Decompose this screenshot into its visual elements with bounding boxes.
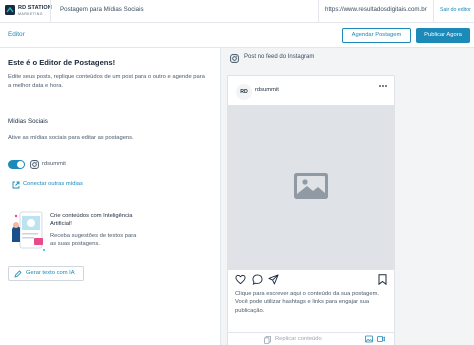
post-media-placeholder[interactable] bbox=[228, 105, 394, 270]
rd-station-logo: RD STATION MARKETING bbox=[5, 4, 52, 20]
header-divider bbox=[433, 0, 434, 23]
bookmark-icon[interactable] bbox=[378, 274, 387, 285]
connect-other-media-link[interactable]: Conectar outras mídias bbox=[23, 181, 83, 187]
social-media-heading: Mídias Sociais bbox=[8, 118, 48, 125]
sidebar-description: Edite seus posts, replique conteúdos de … bbox=[8, 74, 205, 89]
page-title: Postagem para Mídias Sociais bbox=[60, 6, 144, 13]
replicate-content-button[interactable]: Replicar conteúdo bbox=[275, 336, 322, 342]
add-image-icon[interactable] bbox=[365, 335, 373, 343]
image-placeholder-icon bbox=[294, 173, 328, 199]
instagram-post-card: RD rdsummit Clique para escrever aqui o … bbox=[227, 75, 395, 345]
instagram-icon bbox=[230, 54, 239, 63]
more-options-icon[interactable] bbox=[378, 83, 388, 89]
ai-promo-title: Crie conteúdos com Inteligência Artifici… bbox=[50, 213, 133, 228]
editor-label: Editor bbox=[8, 31, 25, 38]
ai-illustration-icon bbox=[12, 211, 45, 251]
add-video-icon[interactable] bbox=[377, 335, 385, 343]
instagram-toggle[interactable] bbox=[8, 160, 25, 169]
copy-icon bbox=[264, 336, 271, 344]
top-header: RD STATION MARKETING Postagem para Mídia… bbox=[0, 0, 474, 23]
social-media-description: Ative as mídias sociais para editar as p… bbox=[8, 135, 134, 141]
editor-sidebar: Este é o Editor de Postagens! Edite seus… bbox=[0, 48, 221, 345]
ai-promo-description: Receba sugestões de textos para as suas … bbox=[50, 233, 137, 248]
post-username: rdsummit bbox=[255, 87, 279, 93]
generate-ai-text-label: Gerar texto com IA bbox=[26, 270, 75, 276]
logo-mark-icon bbox=[5, 5, 15, 15]
avatar: RD bbox=[236, 84, 252, 100]
comment-icon[interactable] bbox=[252, 274, 263, 285]
editor-toolbar: Editor Agendar Postagem Publicar Agora bbox=[0, 23, 474, 48]
publish-now-button[interactable]: Publicar Agora bbox=[416, 28, 470, 43]
header-divider bbox=[318, 0, 319, 23]
sidebar-title: Este é o Editor de Postagens! bbox=[8, 58, 116, 67]
toggle-knob bbox=[17, 161, 24, 168]
generate-ai-text-button[interactable]: Gerar texto com IA bbox=[8, 266, 84, 281]
exit-editor-link[interactable]: Sair do editor bbox=[440, 7, 471, 13]
logo-subtext: MARKETING bbox=[18, 12, 43, 16]
ai-edit-icon bbox=[14, 270, 22, 278]
post-caption-input[interactable]: Clique para escrever aqui o conteúdo da … bbox=[235, 290, 391, 315]
preview-side-background bbox=[401, 48, 474, 345]
heart-icon[interactable] bbox=[235, 274, 246, 285]
media-add-controls bbox=[365, 332, 387, 345]
site-url: https://www.resultadosdigitais.com.br bbox=[325, 6, 427, 13]
share-icon[interactable] bbox=[268, 274, 279, 285]
preview-network-label: Post no feed do Instagram bbox=[244, 54, 315, 60]
schedule-post-button[interactable]: Agendar Postagem bbox=[342, 28, 411, 43]
header-divider bbox=[50, 0, 51, 23]
account-name: rdsummit bbox=[42, 161, 66, 167]
external-link-icon bbox=[12, 181, 20, 189]
instagram-icon bbox=[30, 160, 39, 169]
logo-text: RD STATION bbox=[18, 5, 52, 11]
